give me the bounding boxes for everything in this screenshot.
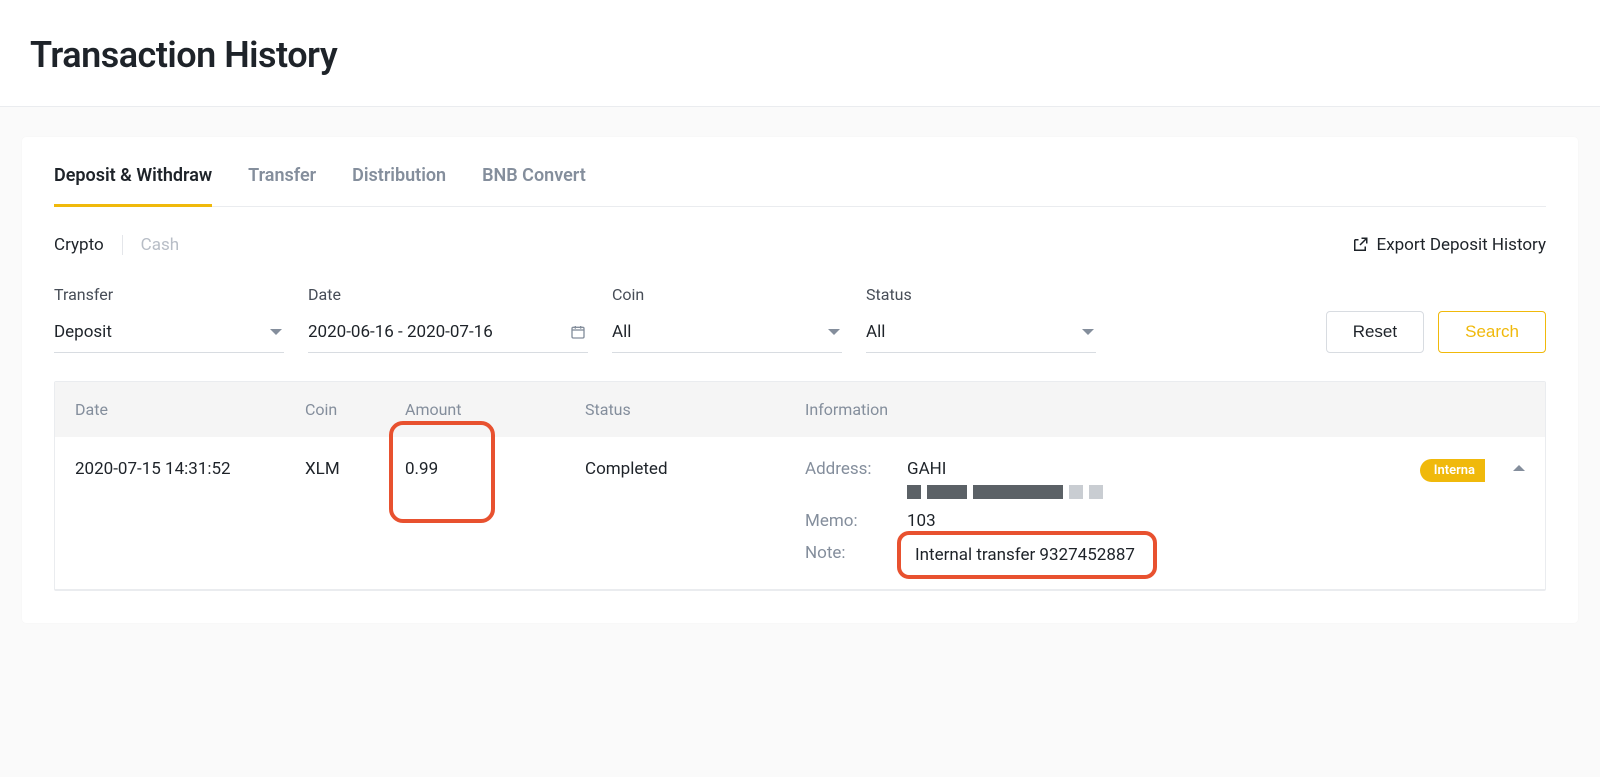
main-tabs: Deposit & Withdraw Transfer Distribution… bbox=[54, 137, 1546, 207]
history-card: Deposit & Withdraw Transfer Distribution… bbox=[22, 137, 1578, 623]
cell-information: Address: GAHI bbox=[805, 459, 1395, 567]
cell-coin: XLM bbox=[305, 459, 405, 479]
th-status: Status bbox=[585, 400, 805, 419]
filter-status-value: All bbox=[866, 322, 885, 342]
search-button[interactable]: Search bbox=[1438, 311, 1546, 353]
chevron-down-icon bbox=[1082, 329, 1094, 335]
info-note-label: Note: bbox=[805, 543, 889, 563]
cell-status: Completed bbox=[585, 459, 805, 479]
subtab-divider bbox=[122, 235, 123, 255]
info-address-value: GAHI bbox=[907, 459, 946, 479]
export-deposit-history-link[interactable]: Export Deposit History bbox=[1351, 235, 1546, 255]
filters-row: Transfer Deposit Date 2020-06-16 - 2020-… bbox=[54, 285, 1546, 353]
subtab-crypto[interactable]: Crypto bbox=[54, 235, 104, 255]
tab-deposit-withdraw[interactable]: Deposit & Withdraw bbox=[54, 165, 212, 206]
filter-coin-select[interactable]: All bbox=[612, 316, 842, 353]
transactions-table: Date Coin Amount Status Information 2020… bbox=[54, 381, 1546, 591]
filter-transfer-value: Deposit bbox=[54, 322, 112, 342]
tab-bnb-convert[interactable]: BNB Convert bbox=[482, 165, 586, 206]
filter-status-select[interactable]: All bbox=[866, 316, 1096, 353]
subtab-cash[interactable]: Cash bbox=[141, 235, 179, 255]
cell-date: 2020-07-15 14:31:52 bbox=[75, 459, 305, 479]
calendar-icon bbox=[570, 324, 586, 340]
asset-type-subtabs: Crypto Cash bbox=[54, 235, 179, 255]
filter-transfer-label: Transfer bbox=[54, 285, 284, 304]
filter-date-label: Date bbox=[308, 285, 588, 304]
tab-distribution[interactable]: Distribution bbox=[352, 165, 446, 206]
info-memo-label: Memo: bbox=[805, 511, 889, 531]
info-note-value: Internal transfer 9327452887 bbox=[915, 545, 1135, 565]
collapse-row-icon[interactable] bbox=[1513, 465, 1525, 471]
th-date: Date bbox=[75, 400, 305, 419]
chevron-down-icon bbox=[270, 329, 282, 335]
chevron-down-icon bbox=[828, 329, 840, 335]
page-title: Transaction History bbox=[30, 34, 1570, 76]
redacted-address bbox=[907, 485, 1103, 499]
filter-date-picker[interactable]: 2020-06-16 - 2020-07-16 bbox=[308, 316, 588, 353]
filter-transfer-select[interactable]: Deposit bbox=[54, 316, 284, 353]
th-information: Information bbox=[805, 400, 1395, 419]
filter-coin-label: Coin bbox=[612, 285, 842, 304]
info-memo-value: 103 bbox=[907, 511, 936, 531]
internal-badge: Interna bbox=[1420, 459, 1485, 482]
filter-date-value: 2020-06-16 - 2020-07-16 bbox=[308, 322, 493, 342]
filter-status-label: Status bbox=[866, 285, 1096, 304]
reset-button[interactable]: Reset bbox=[1326, 311, 1424, 353]
export-icon bbox=[1351, 236, 1369, 254]
export-link-label: Export Deposit History bbox=[1377, 235, 1546, 255]
tab-transfer[interactable]: Transfer bbox=[248, 165, 316, 206]
th-coin: Coin bbox=[305, 400, 405, 419]
info-address-label: Address: bbox=[805, 459, 889, 479]
th-amount: Amount bbox=[405, 400, 585, 419]
table-row[interactable]: 2020-07-15 14:31:52 XLM 0.99 Completed A… bbox=[55, 437, 1545, 590]
table-header: Date Coin Amount Status Information bbox=[55, 382, 1545, 437]
filter-coin-value: All bbox=[612, 322, 631, 342]
cell-amount: 0.99 bbox=[405, 459, 438, 479]
